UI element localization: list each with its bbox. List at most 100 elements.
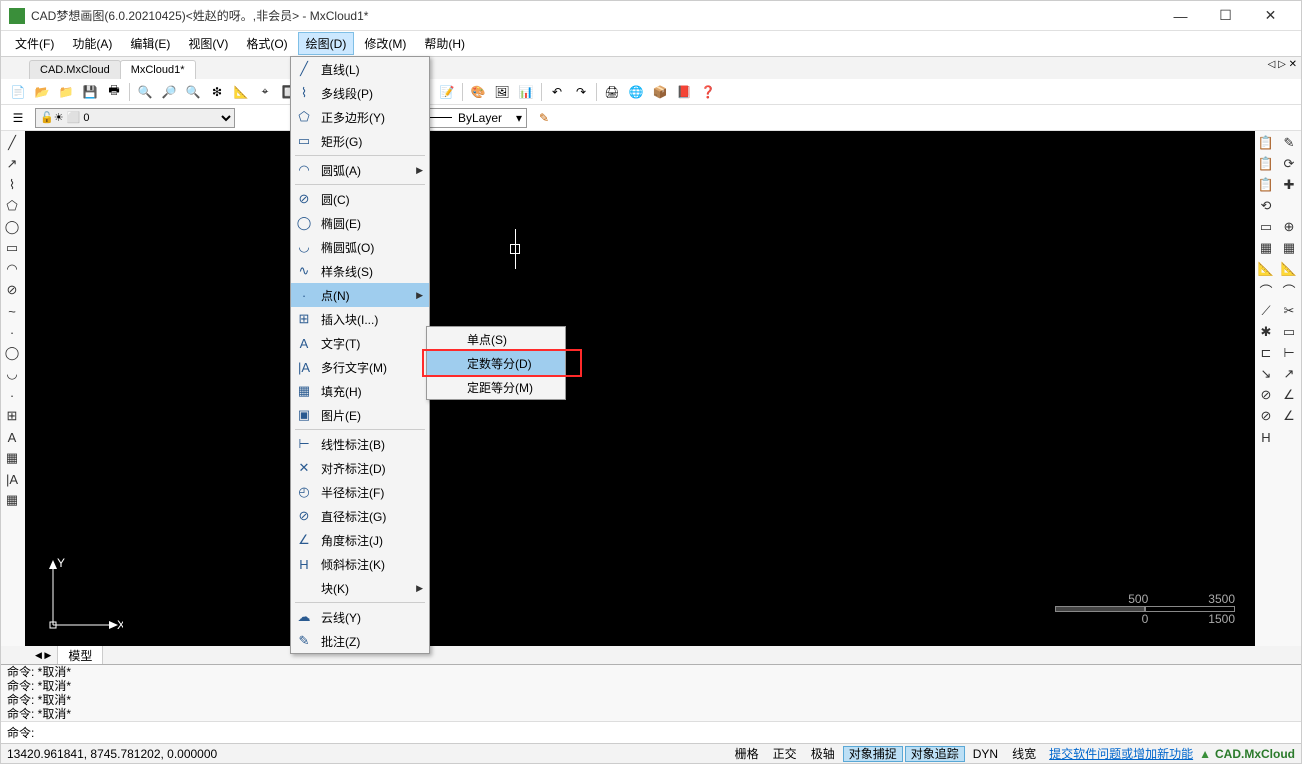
draw-menu-item[interactable]: ⊢线性标注(B) (291, 432, 429, 456)
left-tool[interactable]: ▦ (1, 448, 23, 468)
menu-5[interactable]: 绘图(D) (298, 32, 355, 55)
status-toggle[interactable]: 对象追踪 (905, 746, 965, 762)
right-tool[interactable]: ⟋ (1255, 301, 1277, 321)
right-tool[interactable]: ↗ (1278, 364, 1300, 384)
draw-menu-item[interactable]: ▭矩形(G) (291, 129, 429, 153)
tab-mxcloud1[interactable]: MxCloud1* (120, 60, 196, 79)
draw-menu-item[interactable]: ∿样条线(S) (291, 259, 429, 283)
draw-menu-item[interactable]: ∠角度标注(J) (291, 528, 429, 552)
menu-7[interactable]: 帮助(H) (416, 32, 473, 55)
toolbar-button[interactable]: ↶ (546, 81, 568, 103)
right-tool[interactable]: ✎ (1278, 133, 1300, 153)
draw-menu-item[interactable]: ▣图片(E) (291, 403, 429, 427)
right-tool[interactable]: ⊕ (1278, 217, 1300, 237)
draw-menu-item[interactable]: A文字(T) (291, 331, 429, 355)
status-toggle[interactable]: 对象捕捉 (843, 746, 903, 762)
feedback-link[interactable]: 提交软件问题或增加新功能 (1049, 745, 1193, 762)
layer-select[interactable]: 🔓☀ ⬜ 0 (35, 108, 235, 128)
left-tool[interactable]: ▭ (1, 238, 23, 258)
toolbar-button[interactable]: 🌐 (625, 81, 647, 103)
toolbar-button[interactable]: 📕 (673, 81, 695, 103)
draw-menu-item[interactable]: ⬠正多边形(Y) (291, 105, 429, 129)
right-tool[interactable]: ⊢ (1278, 343, 1300, 363)
left-tool[interactable]: A (1, 427, 23, 447)
left-tool[interactable]: ▦ (1, 490, 23, 510)
draw-menu-item[interactable]: ◠圆弧(A)▶ (291, 158, 429, 182)
point-submenu-item[interactable]: 单点(S) (427, 327, 565, 351)
draw-menu-item[interactable]: 块(K)▶ (291, 576, 429, 600)
draw-menu-item[interactable]: ·点(N)▶ (291, 283, 429, 307)
left-tool[interactable]: ◡ (1, 364, 23, 384)
status-toggle[interactable]: 栅格 (729, 746, 765, 762)
menu-2[interactable]: 编辑(E) (122, 32, 178, 55)
draw-menu-item[interactable]: ◴半径标注(F) (291, 480, 429, 504)
right-tool[interactable]: ✱ (1255, 322, 1277, 342)
toolbar-button[interactable]: 🔍 (182, 81, 204, 103)
toolbar-button[interactable]: 🖼 (491, 81, 513, 103)
right-tool[interactable]: ⌒ (1255, 280, 1277, 300)
left-tool[interactable]: ⊘ (1, 280, 23, 300)
right-tool[interactable]: ▭ (1278, 322, 1300, 342)
right-tool[interactable]: 📋 (1255, 154, 1277, 174)
right-tool[interactable]: 📋 (1255, 175, 1277, 195)
minimize-button[interactable]: — (1158, 2, 1203, 30)
toolbar-button[interactable]: 🔍 (134, 81, 156, 103)
draw-menu-item[interactable]: ⌇多线段(P) (291, 81, 429, 105)
tab-cadmxcloud[interactable]: CAD.MxCloud (29, 60, 121, 79)
toolbar-button[interactable]: 🎨 (467, 81, 489, 103)
draw-menu-item[interactable]: ╱直线(L) (291, 57, 429, 81)
toolbar-button[interactable]: ⌖ (254, 81, 276, 103)
left-tool[interactable]: ◯ (1, 217, 23, 237)
menu-4[interactable]: 格式(O) (238, 32, 295, 55)
toolbar-button[interactable]: 📝 (436, 81, 458, 103)
menu-3[interactable]: 视图(V) (180, 32, 236, 55)
draw-menu-item[interactable]: ✕对齐标注(D) (291, 456, 429, 480)
toolbar-button[interactable]: 📦 (649, 81, 671, 103)
command-input[interactable] (34, 724, 1295, 741)
toolbar-button[interactable]: 📂 (31, 81, 53, 103)
draw-menu-item[interactable]: H倾斜标注(K) (291, 552, 429, 576)
draw-menu-item[interactable]: ◯椭圆(E) (291, 211, 429, 235)
draw-menu-item[interactable]: ⊘圆(C) (291, 187, 429, 211)
left-tool[interactable]: · (1, 385, 23, 405)
status-toggle[interactable]: 线宽 (1006, 746, 1042, 762)
point-submenu-item[interactable]: 定距等分(M) (427, 375, 565, 399)
menu-0[interactable]: 文件(F) (7, 32, 62, 55)
right-tool[interactable]: ▦ (1255, 238, 1277, 258)
right-tool[interactable]: ∠ (1278, 385, 1300, 405)
right-tool[interactable]: ⟲ (1255, 196, 1277, 216)
toolbar-button[interactable]: 📁 (55, 81, 77, 103)
toolbar-button[interactable]: ❇ (206, 81, 228, 103)
tab-nav[interactable]: ◁ ▷ ✕ (1268, 59, 1297, 70)
toolbar-button[interactable]: 🔎 (158, 81, 180, 103)
right-tool[interactable]: 📐 (1255, 259, 1277, 279)
left-tool[interactable]: |A (1, 469, 23, 489)
toolbar-button[interactable]: 🖶 (103, 81, 125, 103)
right-tool[interactable]: ⊘ (1255, 406, 1277, 426)
right-tool[interactable]: ▭ (1255, 217, 1277, 237)
draw-menu-item[interactable]: ✎批注(Z) (291, 629, 429, 653)
toolbar-button[interactable]: 💾 (79, 81, 101, 103)
right-tool[interactable]: ⊘ (1255, 385, 1277, 405)
right-tool[interactable] (1278, 196, 1300, 216)
right-tool[interactable]: ∠ (1278, 406, 1300, 426)
status-toggle[interactable]: 极轴 (805, 746, 841, 762)
toolbar-button[interactable]: 🖨 (601, 81, 623, 103)
menu-6[interactable]: 修改(M) (356, 32, 414, 55)
toolbar-button[interactable]: 📐 (230, 81, 252, 103)
left-tool[interactable]: ◯ (1, 343, 23, 363)
drawing-canvas[interactable]: Y X 500 3500 0 1500 (25, 131, 1255, 646)
left-tool[interactable]: · (1, 322, 23, 342)
status-toggle[interactable]: DYN (967, 746, 1004, 762)
close-button[interactable]: ✕ (1248, 2, 1293, 30)
right-tool[interactable]: ✚ (1278, 175, 1300, 195)
left-tool[interactable]: ~ (1, 301, 23, 321)
draw-menu-item[interactable]: ▦填充(H) (291, 379, 429, 403)
left-tool[interactable]: ╱ (1, 133, 23, 153)
draw-menu-item[interactable]: |A多行文字(M) (291, 355, 429, 379)
draw-menu-item[interactable]: ◡椭圆弧(O) (291, 235, 429, 259)
model-tab[interactable]: 模型 (57, 645, 103, 665)
maximize-button[interactable]: ☐ (1203, 2, 1248, 30)
right-tool[interactable]: ↘ (1255, 364, 1277, 384)
left-tool[interactable]: ⬠ (1, 196, 23, 216)
